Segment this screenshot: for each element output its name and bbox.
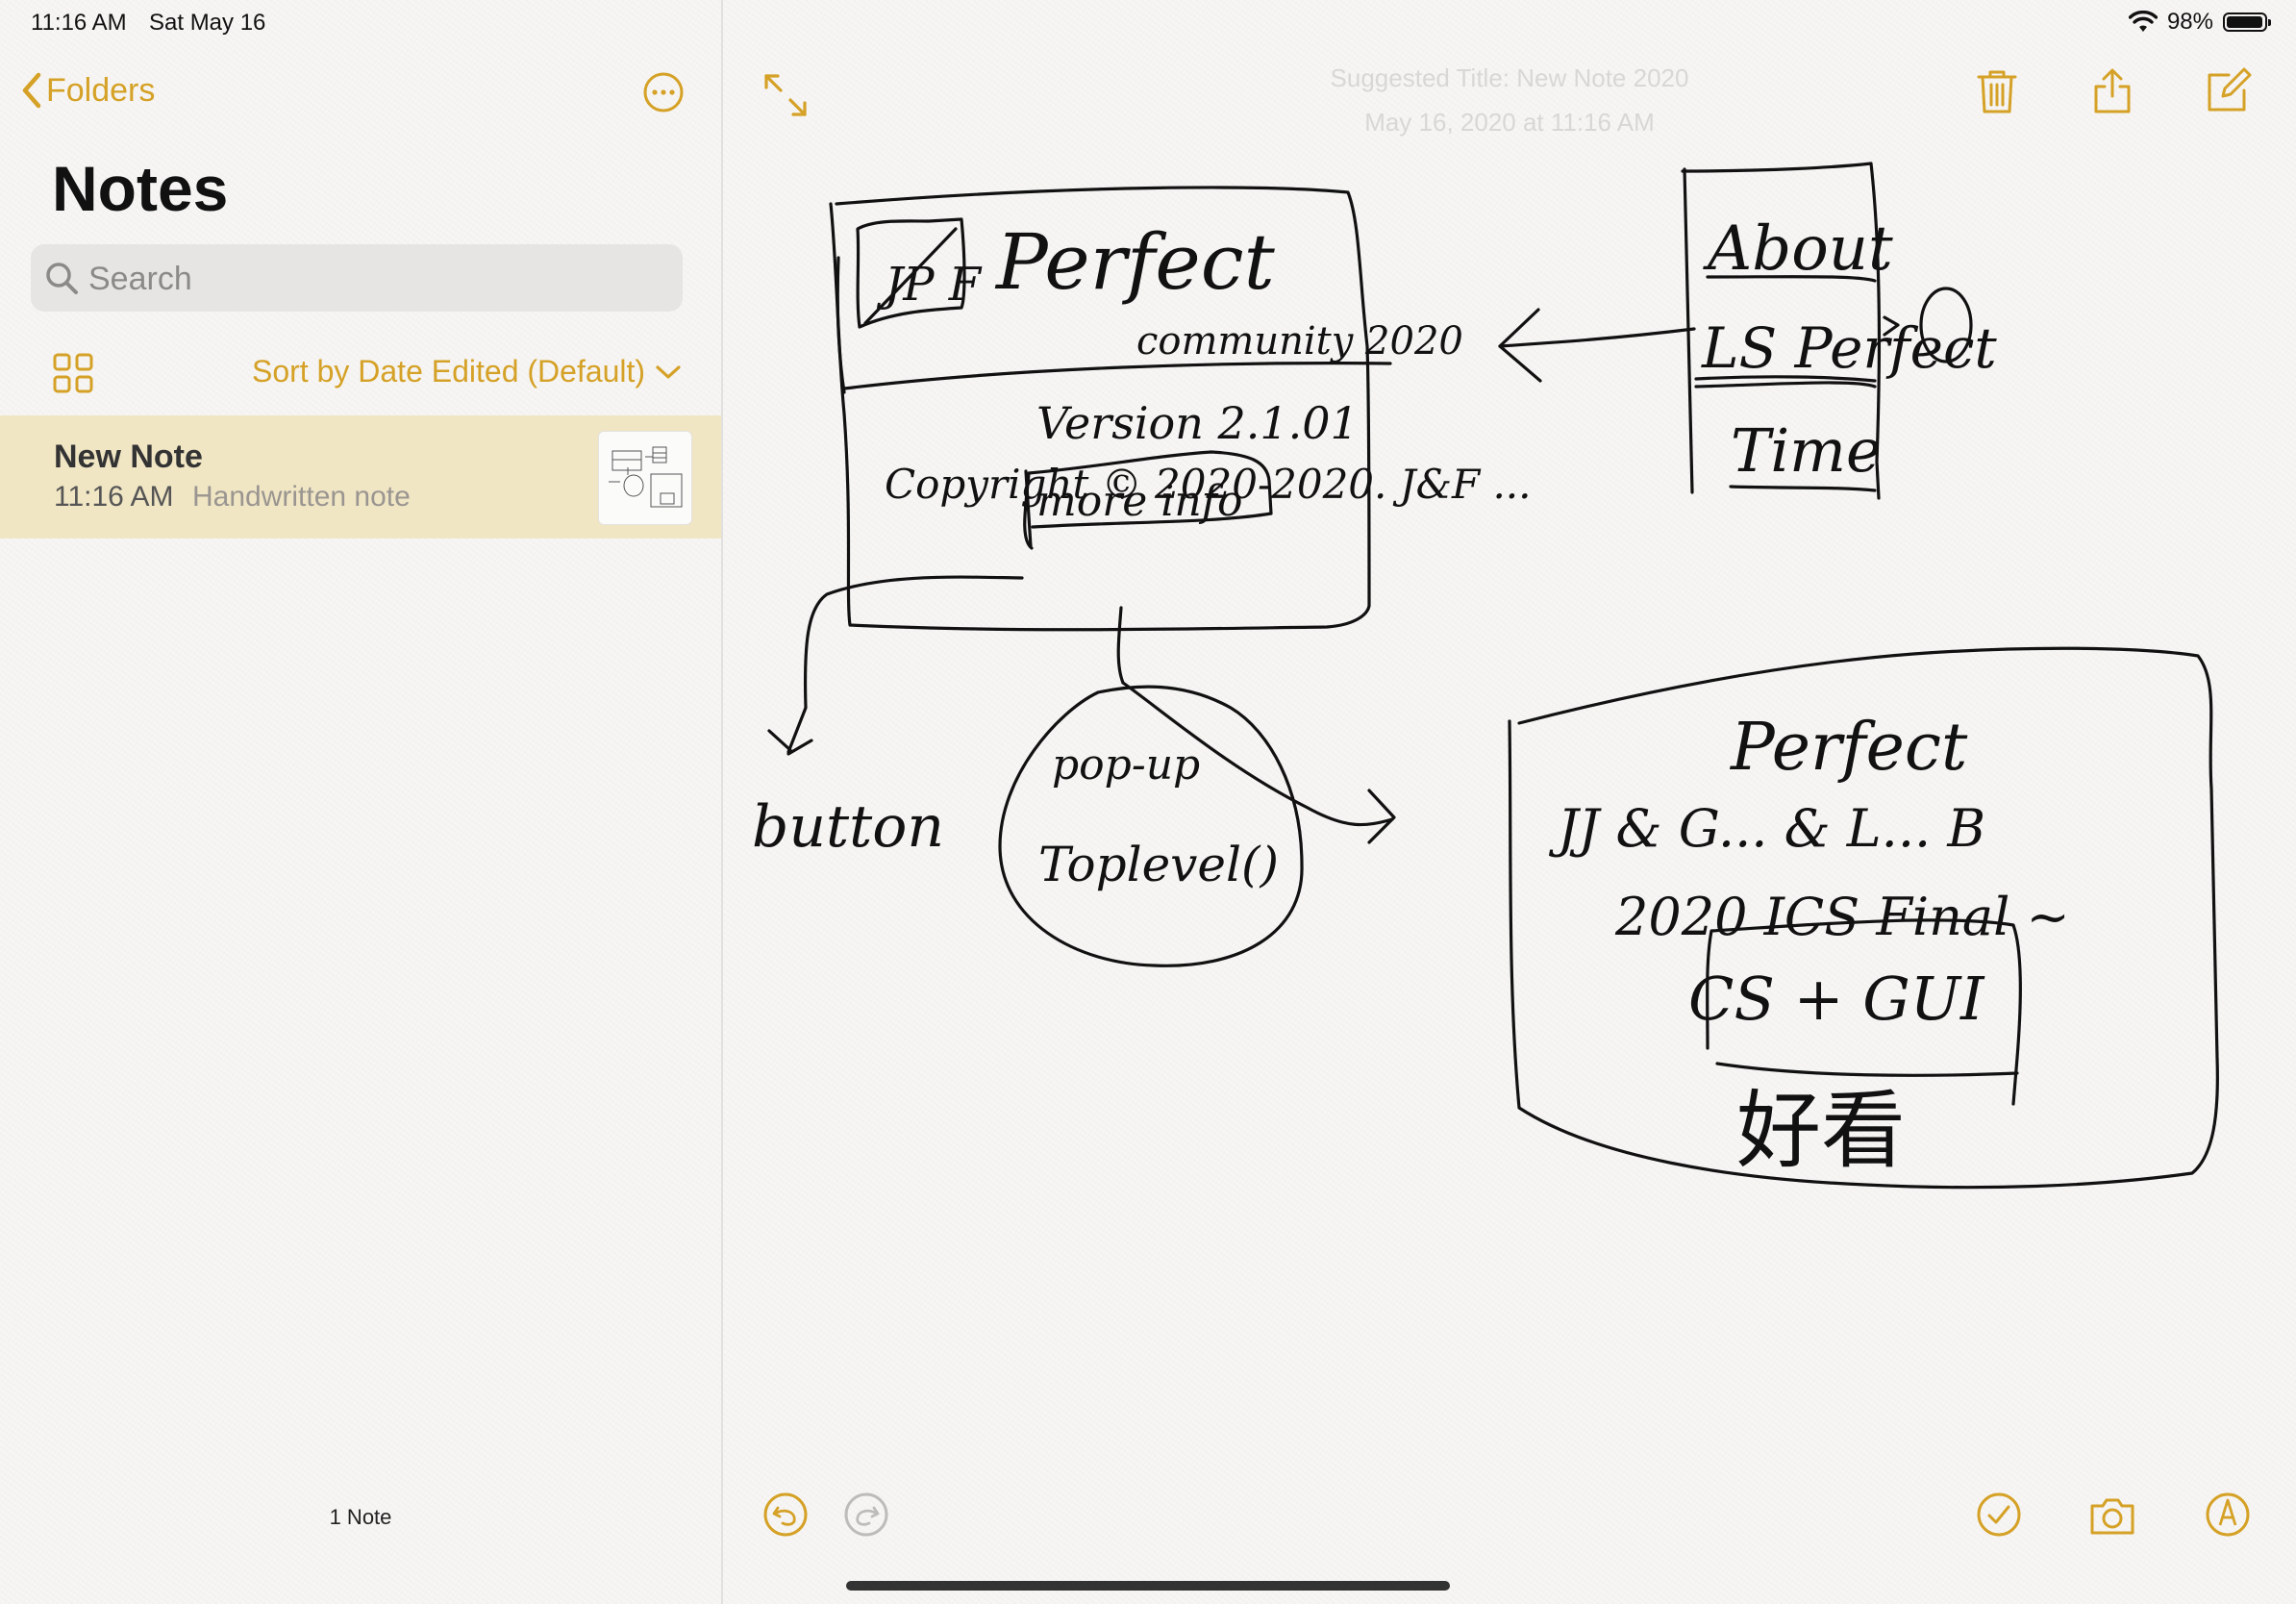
trash-icon[interactable] (1973, 67, 2021, 115)
sort-button[interactable]: Sort by Date Edited (Default) (252, 354, 682, 389)
button-label: button (752, 793, 944, 861)
search-input[interactable] (87, 244, 667, 313)
note-item-title: New Note (54, 439, 203, 475)
battery-percent: 98% (2166, 9, 2213, 35)
folders-back-label: Folders (46, 71, 156, 109)
box2-line4: CS + GUI (1688, 964, 1985, 1034)
camera-icon[interactable] (2088, 1492, 2136, 1541)
box2-button-label: 好看 (1736, 1081, 1906, 1180)
search-icon (46, 263, 78, 294)
pen-circle-icon[interactable] (2204, 1491, 2252, 1539)
box2-line2: JJ & G... & L... B (1548, 798, 1985, 859)
share-icon[interactable] (2088, 67, 2136, 115)
notes-count: 1 Note (329, 1505, 392, 1529)
sort-label: Sort by Date Edited (Default) (252, 354, 646, 388)
sidebar: Folders Notes Sort by Date Edited (Defau… (0, 0, 723, 1604)
battery-icon (2223, 13, 2271, 32)
suggested-title: Suggested Title: New Note 2020 (1330, 63, 1689, 92)
checkmark-circle-icon[interactable] (1975, 1491, 2023, 1539)
logo-letters: JP F (876, 258, 983, 312)
status-right: 98% (2128, 9, 2271, 36)
ellipsis-circle-icon[interactable] (642, 71, 685, 113)
menu-item-ls-perfect: LS Perfect (1701, 315, 1997, 381)
menu-item-time: Time (1731, 415, 1882, 486)
box1-title: Perfect (994, 217, 1276, 307)
chevron-down-icon (656, 364, 681, 379)
box2-line3: 2020 ICS Final ~ (1614, 887, 2070, 947)
undo-icon[interactable] (761, 1491, 810, 1539)
circle-line1: pop-up (1052, 740, 1200, 789)
grid-icon[interactable] (52, 352, 94, 394)
note-item-time: 11:16 AM (54, 481, 174, 513)
expand-arrows-icon[interactable] (761, 71, 810, 119)
redo-icon[interactable] (842, 1491, 890, 1539)
box2-line1: Perfect (1729, 710, 1968, 786)
box1-subtitle: community 2020 (1136, 319, 1463, 363)
compose-icon[interactable] (2204, 67, 2252, 115)
note-item-subtitle: Handwritten note (192, 481, 411, 513)
search-bar[interactable] (31, 244, 683, 313)
menu-item-about: About (1703, 213, 1893, 285)
note-thumbnail (598, 431, 692, 525)
box1-version: Version 2.1.01 (1036, 397, 1359, 449)
list-item-new-note[interactable]: New Note 11:16 AM Handwritten note (0, 415, 721, 539)
chevron-left-icon (22, 72, 41, 109)
page-title: Notes (52, 153, 229, 224)
wifi-icon (2128, 11, 2158, 32)
handwriting-canvas[interactable]: JP F Perfect community 2020 Version 2.1.… (731, 115, 2296, 1481)
battery-fill (2227, 16, 2262, 28)
home-indicator[interactable] (846, 1581, 1450, 1591)
box1-more-info: more info (1036, 477, 1242, 526)
folders-back-button[interactable]: Folders (17, 69, 155, 112)
circle-line2: Toplevel() (1038, 837, 1279, 892)
